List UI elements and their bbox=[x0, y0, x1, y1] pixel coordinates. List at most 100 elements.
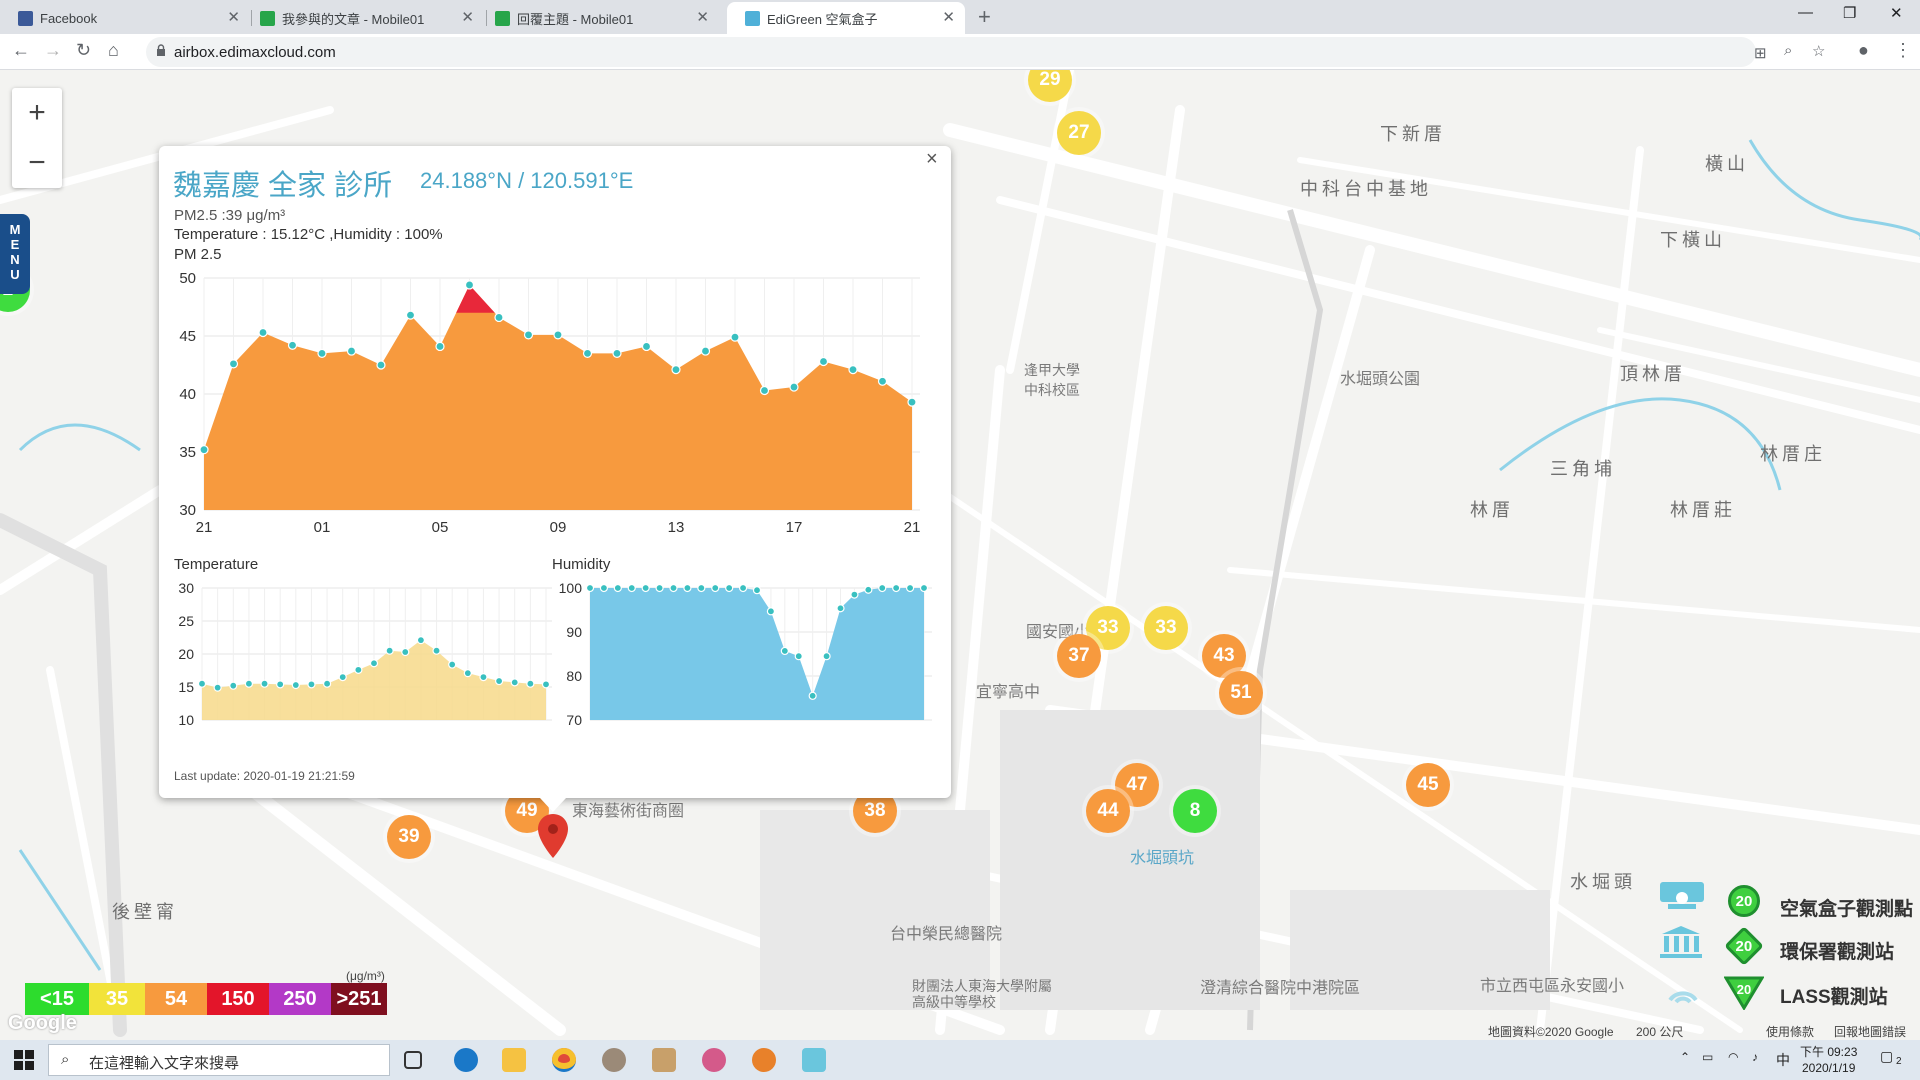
ime-indicator[interactable]: 中 bbox=[1776, 1050, 1790, 1070]
close-icon[interactable]: ✕ bbox=[942, 8, 955, 26]
tray-chevron-icon[interactable]: ⌃ bbox=[1680, 1050, 1690, 1064]
humidity-chart: 70 80 90 100 bbox=[559, 580, 932, 728]
tab-mobile01-reply[interactable]: 回覆主題 - Mobile01 ✕ bbox=[477, 2, 719, 34]
temperature-humidity-reading: Temperature : 15.12°C ,Humidity : 100% bbox=[174, 226, 443, 243]
close-icon[interactable]: ✕ bbox=[227, 8, 240, 26]
pm25-color-legend: <15 35 54 150 250 >251 bbox=[25, 983, 387, 1015]
data-point bbox=[307, 680, 316, 689]
x-tick-label: 17 bbox=[786, 519, 803, 536]
y-tick-label: 25 bbox=[178, 613, 194, 629]
map-label: 水堀頭公園 bbox=[1340, 371, 1421, 388]
minimize-icon[interactable]: — bbox=[1798, 4, 1813, 21]
pm25-cluster-marker[interactable]: 44 bbox=[1086, 789, 1130, 833]
window-close-icon[interactable]: ✕ bbox=[1890, 4, 1903, 22]
chrome-icon[interactable] bbox=[552, 1048, 576, 1072]
pm25-cluster-marker[interactable]: 33 bbox=[1144, 606, 1188, 650]
wifi-icon[interactable]: ◠ bbox=[1728, 1050, 1738, 1064]
data-point bbox=[848, 365, 858, 375]
address-bar[interactable]: airbox.edimaxcloud.com ⊞ ⌕ ☆ bbox=[146, 37, 1825, 67]
pm25-cluster-marker[interactable]: 51 bbox=[1219, 671, 1263, 715]
legend-cell: 250 bbox=[269, 983, 331, 1015]
notification-count: 2 bbox=[1896, 1056, 1902, 1067]
pm25-cluster-marker[interactable]: 8 bbox=[1173, 789, 1217, 833]
map-label: 台中榮民總醫院 bbox=[890, 926, 1003, 943]
legend-cell: 150 bbox=[207, 983, 269, 1015]
pm25-cluster-marker[interactable]: 39 bbox=[387, 815, 431, 859]
forward-icon[interactable]: → bbox=[44, 40, 62, 61]
data-point bbox=[291, 680, 300, 690]
data-point bbox=[510, 678, 519, 687]
x-tick-label: 21 bbox=[196, 519, 213, 536]
data-point bbox=[905, 583, 915, 593]
report-error-link[interactable]: 回報地圖錯誤 bbox=[1834, 1023, 1906, 1040]
y-tick-label: 30 bbox=[179, 502, 196, 519]
taskbar-search-box[interactable]: ⌕ 在這裡輸入文字來搜尋 bbox=[48, 1044, 390, 1076]
tab-label: 回覆主題 - Mobile01 bbox=[517, 11, 634, 27]
edge-icon[interactable] bbox=[454, 1048, 478, 1072]
app-icon[interactable] bbox=[702, 1048, 726, 1072]
close-icon[interactable]: ✕ bbox=[461, 8, 474, 26]
data-point bbox=[780, 646, 789, 656]
battery-icon[interactable]: ▭ bbox=[1702, 1050, 1713, 1064]
legend-airbox-label: 空氣盒子觀測點 bbox=[1780, 899, 1914, 920]
legend-epa-label: 環保署觀測站 bbox=[1780, 942, 1895, 963]
popup-close-button[interactable]: × bbox=[926, 148, 938, 171]
clock-time: 下午 09:23 bbox=[1800, 1045, 1858, 1059]
lass-badge-value: 20 bbox=[1737, 982, 1751, 997]
profile-icon[interactable]: ● bbox=[1858, 40, 1869, 61]
map-label: 下新厝 bbox=[1380, 124, 1446, 144]
epa-station-icon bbox=[1660, 926, 1702, 958]
lass-badge: 20 bbox=[1724, 976, 1764, 1010]
map-label: 宜寧高中 bbox=[976, 684, 1041, 701]
more-menu-icon[interactable]: ⋮ bbox=[1894, 40, 1912, 61]
app-icon[interactable] bbox=[802, 1048, 826, 1072]
lass-station-icon bbox=[1668, 991, 1698, 1004]
volume-icon[interactable]: ♪ bbox=[1752, 1050, 1758, 1064]
tab-edigreen[interactable]: EdiGreen 空氣盒子 ✕ bbox=[727, 2, 965, 34]
data-point bbox=[338, 672, 347, 682]
data-point bbox=[700, 346, 711, 356]
home-icon[interactable]: ⌂ bbox=[108, 40, 119, 61]
series-area bbox=[590, 588, 924, 720]
pm25-cluster-marker[interactable]: 45 bbox=[1406, 763, 1450, 807]
reload-icon[interactable]: ↻ bbox=[76, 40, 91, 61]
windows-start-icon[interactable] bbox=[14, 1050, 34, 1070]
app-icon[interactable] bbox=[652, 1048, 676, 1072]
epa-badge-value: 20 bbox=[1735, 937, 1753, 955]
x-tick-label: 21 bbox=[904, 519, 921, 536]
tab-facebook[interactable]: Facebook ✕ bbox=[0, 2, 250, 34]
system-clock[interactable]: 下午 09:23 2020/1/19 bbox=[1800, 1044, 1857, 1076]
notification-icon[interactable]: ▢ bbox=[1880, 1048, 1893, 1065]
zoom-in-button[interactable]: + bbox=[12, 88, 62, 138]
zoom-out-button[interactable]: − bbox=[12, 138, 62, 188]
blender-icon[interactable] bbox=[752, 1048, 776, 1072]
search-icon: ⌕ bbox=[61, 1051, 70, 1068]
task-view-icon[interactable] bbox=[404, 1051, 422, 1069]
data-point bbox=[199, 445, 209, 455]
data-point bbox=[432, 646, 441, 655]
new-tab-icon[interactable]: + bbox=[978, 4, 991, 30]
y-tick-label: 10 bbox=[178, 712, 194, 728]
data-point bbox=[641, 583, 650, 593]
menu-button[interactable]: MENU bbox=[0, 214, 30, 294]
restore-icon[interactable]: ❐ bbox=[1843, 4, 1856, 22]
terms-link[interactable]: 使用條款 bbox=[1766, 1023, 1814, 1040]
data-point bbox=[725, 583, 734, 593]
translate-icon[interactable]: ⊞ bbox=[1754, 44, 1767, 62]
tab-mobile01-articles[interactable]: 我參與的文章 - Mobile01 ✕ bbox=[242, 2, 484, 34]
map-label: 橫山 bbox=[1705, 154, 1749, 174]
close-icon[interactable]: ✕ bbox=[696, 8, 709, 26]
data-point bbox=[613, 583, 622, 593]
pm25-cluster-marker[interactable]: 37 bbox=[1057, 634, 1101, 678]
selected-location-pin-icon[interactable] bbox=[537, 814, 569, 858]
data-point bbox=[752, 586, 762, 595]
map-label: 逢甲大學中科校區 bbox=[1024, 362, 1080, 398]
data-point bbox=[907, 397, 917, 407]
pm25-cluster-marker[interactable]: 27 bbox=[1057, 111, 1101, 155]
back-icon[interactable]: ← bbox=[12, 40, 30, 61]
zoom-icon[interactable]: ⌕ bbox=[1784, 42, 1792, 59]
y-tick-label: 80 bbox=[566, 668, 582, 684]
bookmark-star-icon[interactable]: ☆ bbox=[1812, 42, 1825, 60]
file-explorer-icon[interactable] bbox=[502, 1048, 526, 1072]
app-icon[interactable] bbox=[602, 1048, 626, 1072]
